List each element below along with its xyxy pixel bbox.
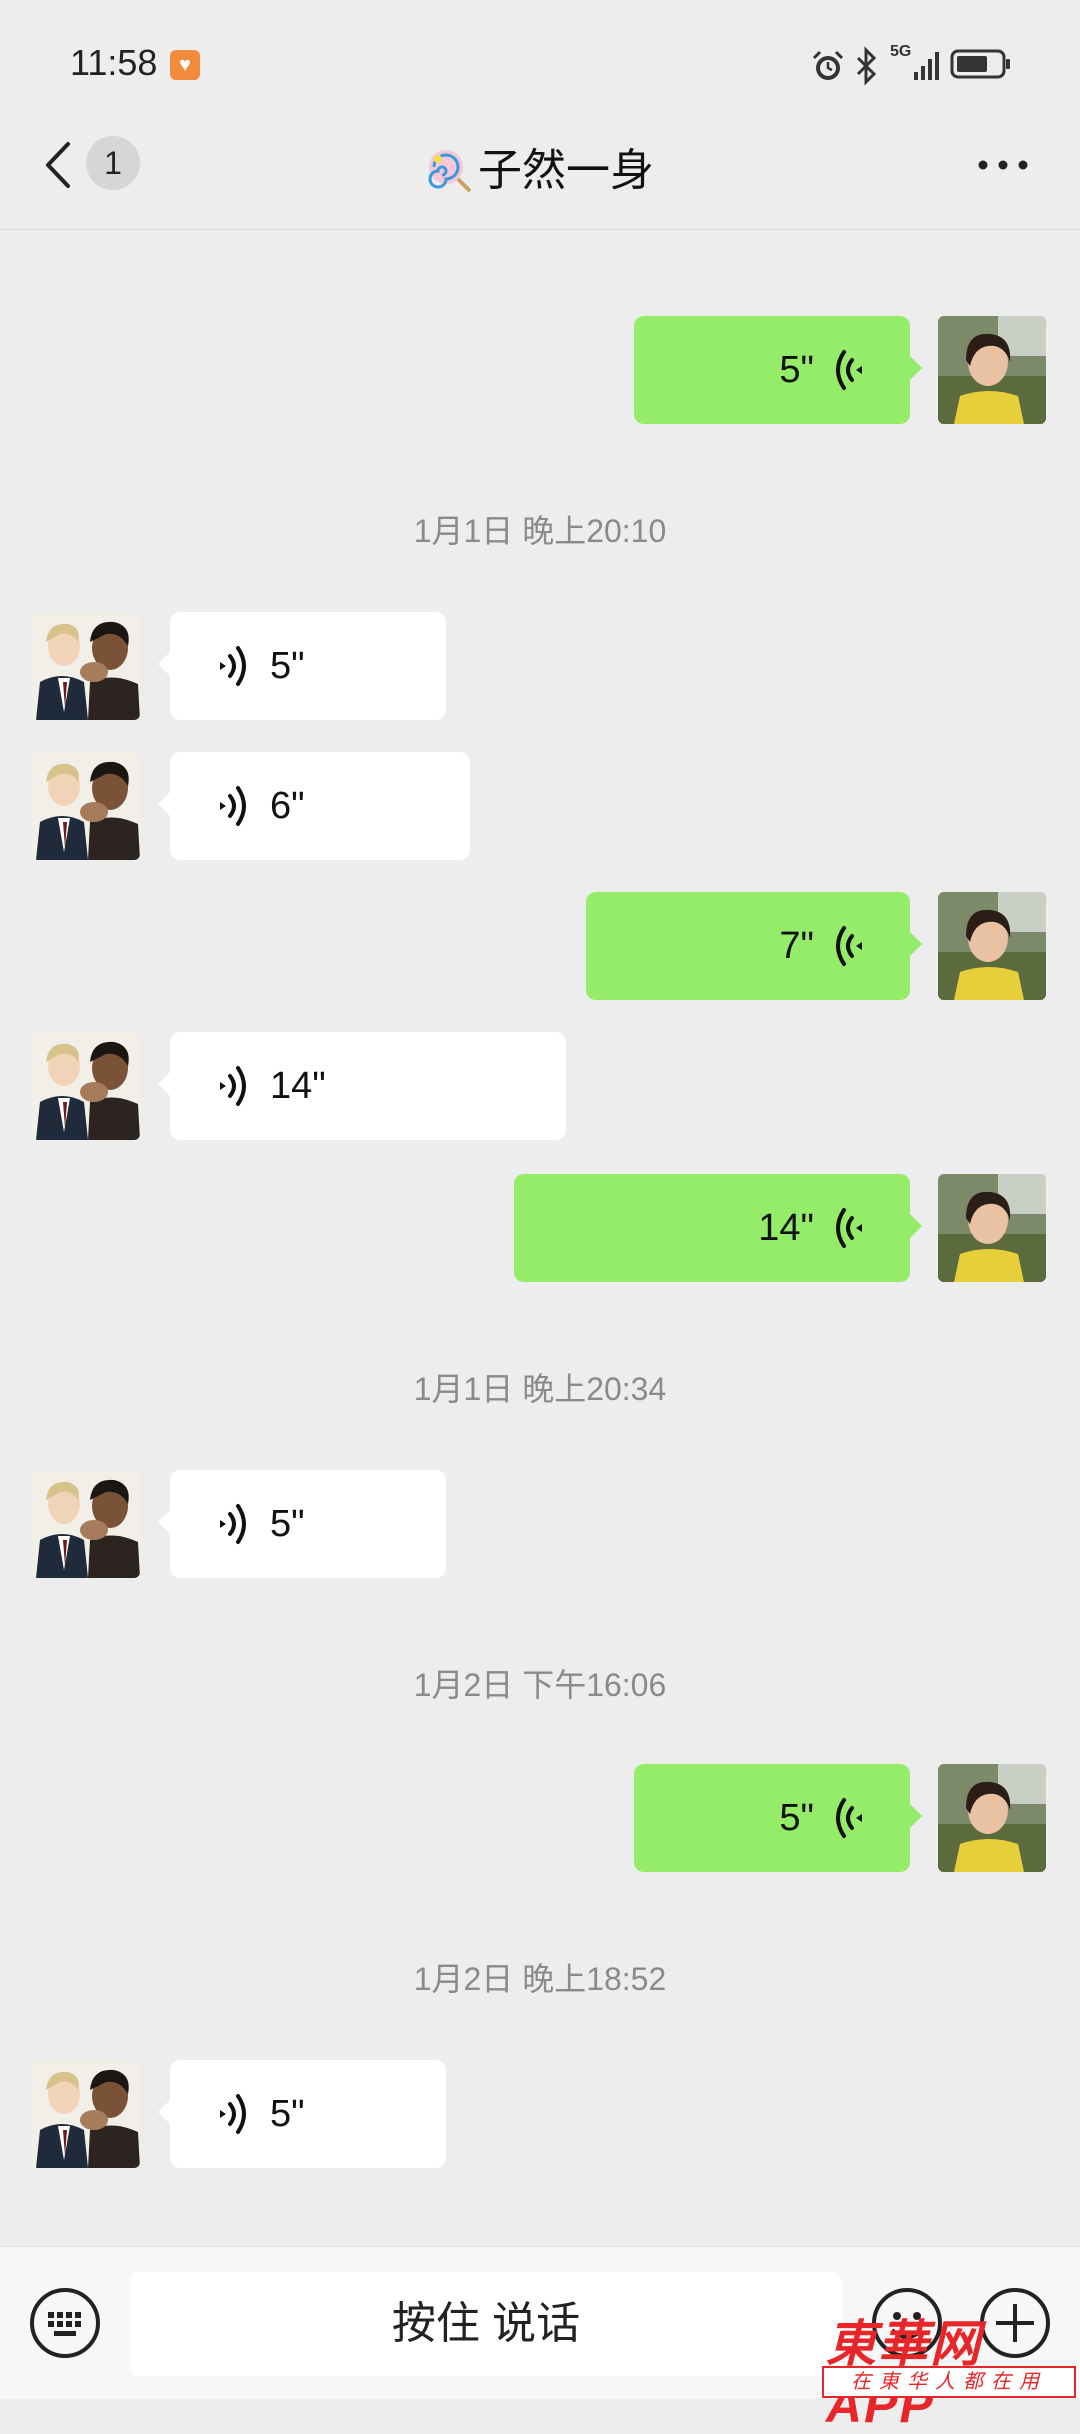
status-time: 11:58 bbox=[70, 42, 158, 83]
voice-duration: 14" bbox=[758, 1207, 814, 1249]
voice-wave-icon bbox=[216, 1062, 250, 1110]
voice-duration: 14" bbox=[270, 1065, 326, 1107]
voice-duration: 7" bbox=[779, 925, 814, 967]
voice-duration: 5" bbox=[779, 349, 814, 391]
timestamp: 1月1日 晚上20:34 bbox=[413, 1371, 667, 1407]
more-dots-icon[interactable] bbox=[975, 155, 1031, 175]
voice-message-outgoing[interactable]: 14" bbox=[514, 1174, 922, 1282]
chat-title: 子然一身 bbox=[0, 134, 1080, 198]
voice-wave-icon bbox=[832, 1794, 866, 1842]
timestamp: 1月2日 下午16:06 bbox=[413, 1667, 667, 1703]
hold-to-talk-button[interactable]: 按住 说话 bbox=[130, 2272, 842, 2376]
chat-title-text: 子然一身 bbox=[478, 146, 654, 195]
voice-wave-icon bbox=[216, 642, 250, 690]
voice-wave-icon bbox=[216, 782, 250, 830]
voice-message-incoming[interactable]: 14" bbox=[158, 1032, 566, 1140]
avatar-contact[interactable] bbox=[32, 1470, 140, 1578]
voice-message-incoming[interactable]: 5" bbox=[158, 2060, 446, 2168]
network-type-label: 5G bbox=[890, 43, 912, 60]
battery-icon bbox=[950, 49, 1010, 79]
bluetooth-icon bbox=[856, 46, 877, 86]
keyboard-icon[interactable] bbox=[28, 2286, 102, 2360]
voice-wave-icon bbox=[216, 2090, 250, 2138]
voice-duration: 5" bbox=[270, 2093, 305, 2135]
voice-message-outgoing[interactable]: 7" bbox=[586, 892, 922, 1000]
avatar-self[interactable] bbox=[938, 1174, 1046, 1282]
voice-duration: 6" bbox=[270, 785, 305, 827]
voice-wave-icon bbox=[216, 1500, 250, 1548]
avatar-contact[interactable] bbox=[32, 1032, 140, 1140]
signal-icon bbox=[914, 52, 939, 80]
voice-message-outgoing[interactable]: 5" bbox=[634, 316, 922, 424]
message-list[interactable]: 6" 5" 1月1日 晚上20:10 5" 6" 7" 14" 14" 1月1日… bbox=[0, 230, 1080, 2246]
avatar-contact[interactable] bbox=[32, 2060, 140, 2168]
avatar-self[interactable] bbox=[938, 892, 1046, 1000]
voice-wave-icon bbox=[832, 922, 866, 970]
voice-wave-icon bbox=[832, 346, 866, 394]
voice-message-incoming[interactable]: 5" bbox=[158, 612, 446, 720]
timestamp: 1月2日 晚上18:52 bbox=[413, 1961, 667, 1997]
voice-duration: 5" bbox=[270, 645, 305, 687]
voice-duration: 5" bbox=[270, 1503, 305, 1545]
voice-wave-icon bbox=[832, 1204, 866, 1252]
alarm-icon bbox=[812, 50, 844, 80]
watermark-slogan: 在東华人都在用 bbox=[822, 2366, 1076, 2398]
voice-duration: 5" bbox=[779, 1797, 814, 1839]
voice-message-outgoing[interactable]: 5" bbox=[634, 1764, 922, 1872]
avatar-contact[interactable] bbox=[32, 752, 140, 860]
lollipop-icon bbox=[428, 150, 472, 193]
voice-message-incoming[interactable]: 6" bbox=[158, 752, 470, 860]
timestamp: 1月1日 晚上20:10 bbox=[413, 513, 667, 549]
avatar-self[interactable] bbox=[938, 1764, 1046, 1872]
voice-message-incoming[interactable]: 5" bbox=[158, 1470, 446, 1578]
app-heart-badge-icon: ♥ bbox=[170, 50, 200, 80]
avatar-contact[interactable] bbox=[32, 612, 140, 720]
avatar-self[interactable] bbox=[938, 316, 1046, 424]
